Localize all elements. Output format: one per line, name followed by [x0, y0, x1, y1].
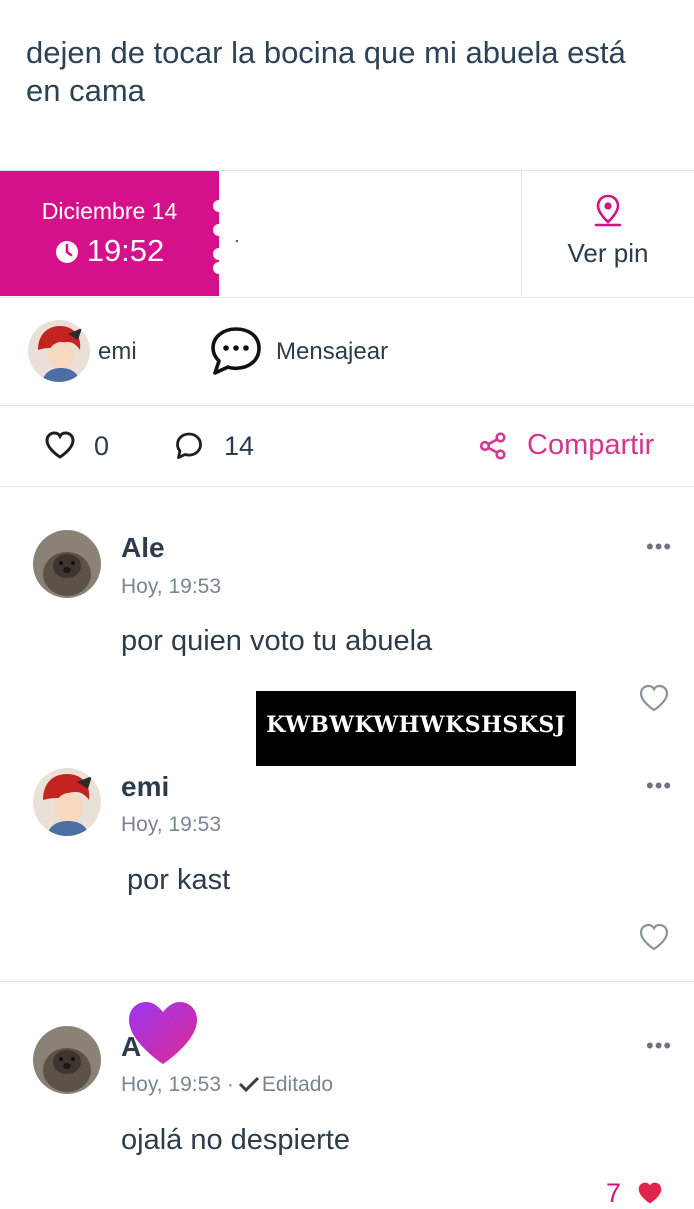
purple-heart-sticker: [127, 1000, 199, 1071]
comment-like-count[interactable]: 7: [606, 1178, 665, 1209]
message-button[interactable]: Mensajear: [276, 338, 388, 366]
more-options-icon[interactable]: •••: [646, 1033, 672, 1059]
divider: [0, 981, 694, 982]
comment-likes: 7: [606, 1178, 622, 1208]
comment-text: por kast: [127, 864, 231, 896]
view-pin-button[interactable]: Ver pin: [522, 238, 694, 269]
post-title: dejen de tocar la bocina que mi abuela e…: [26, 35, 626, 108]
comment-author[interactable]: Ale: [121, 532, 165, 564]
divider: [0, 405, 694, 406]
share-icon[interactable]: [478, 431, 508, 466]
heart-icon[interactable]: [638, 683, 670, 718]
date-badge: Diciembre 14 19:52: [0, 171, 219, 296]
avatar[interactable]: [33, 1026, 101, 1094]
avatar[interactable]: [28, 320, 90, 382]
caption-text: KWBWKWHWKSHSKSJ: [266, 712, 566, 738]
post-time: 19:52: [86, 233, 165, 268]
likes-count: 0: [94, 431, 110, 461]
comment-meta: Hoy, 19:53 · Editado: [121, 1073, 333, 1099]
check-icon: [238, 1075, 260, 1099]
filled-heart-icon[interactable]: [635, 1180, 665, 1206]
author-name[interactable]: emi: [98, 338, 137, 366]
more-options-icon[interactable]: •••: [646, 534, 672, 560]
post-date: Diciembre 14: [41, 198, 178, 224]
edited-label: Editado: [261, 1073, 334, 1096]
comment-text: ojalá no despierte: [121, 1124, 350, 1156]
divider: [521, 171, 522, 296]
comment-time: Hoy, 19:53: [121, 813, 222, 836]
comment-author[interactable]: emi: [121, 771, 169, 803]
divider: [0, 486, 694, 487]
comment-text: por quien voto tu abuela: [121, 625, 433, 657]
comment-time: Hoy, 19:53: [121, 1073, 222, 1096]
avatar[interactable]: [33, 530, 101, 598]
heart-icon[interactable]: [638, 922, 670, 957]
clock-icon: [55, 236, 79, 272]
avatar[interactable]: [33, 768, 101, 836]
comment-time: Hoy, 19:53: [121, 575, 222, 598]
ticket-notch: [213, 262, 225, 274]
more-options-icon[interactable]: •••: [646, 773, 672, 799]
map-pin-icon[interactable]: [590, 193, 626, 234]
comment-icon[interactable]: [174, 431, 204, 466]
comments-count: 14: [224, 431, 255, 461]
ticket-notch: [213, 224, 225, 236]
ticket-notch: [213, 200, 225, 212]
post-time-row: 19:52: [0, 233, 219, 272]
share-button[interactable]: Compartir: [527, 429, 654, 462]
heart-icon[interactable]: [44, 430, 76, 465]
chat-bubble-icon[interactable]: [208, 325, 264, 384]
separator-dot: [236, 240, 238, 242]
ticket-notch: [213, 248, 225, 260]
